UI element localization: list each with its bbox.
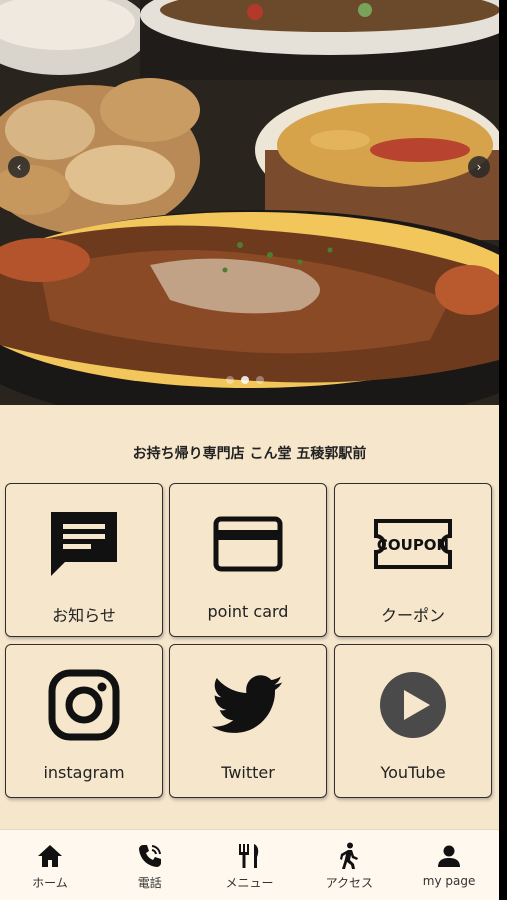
tile-news[interactable]: お知らせ	[5, 483, 163, 637]
tile-label: instagram	[43, 763, 125, 782]
youtube-icon	[335, 667, 491, 743]
carousel-dot[interactable]	[226, 376, 234, 384]
walking-icon	[299, 842, 399, 870]
tile-twitter[interactable]: Twitter	[169, 644, 327, 798]
instagram-icon	[6, 667, 162, 743]
carousel-dots	[226, 376, 264, 384]
tile-label: クーポン	[380, 606, 445, 625]
nav-label: アクセス	[325, 876, 373, 890]
nav-access[interactable]: アクセス	[299, 830, 399, 900]
nav-label: ホーム	[32, 876, 68, 890]
carousel-prev-button[interactable]: ‹	[8, 156, 30, 178]
carousel-dot-active[interactable]	[241, 376, 249, 384]
user-icon	[399, 842, 499, 870]
coupon-icon: COUPON	[335, 506, 491, 582]
feature-grid: お知らせ point card COUPON クーポン instagram Tw…	[5, 483, 495, 801]
coupon-icon-text: COUPON	[377, 536, 449, 554]
bottom-nav: ホーム 電話 メニュー アクセス my page	[0, 829, 499, 900]
news-icon	[6, 506, 162, 582]
phone-icon	[100, 842, 200, 870]
tile-label: お知らせ	[52, 606, 116, 625]
tile-coupon[interactable]: COUPON クーポン	[334, 483, 492, 637]
carousel-dot[interactable]	[256, 376, 264, 384]
home-icon	[0, 842, 100, 870]
tile-label: YouTube	[380, 763, 446, 782]
hero-carousel[interactable]: ‹ ›	[0, 0, 499, 405]
tile-label: point card	[207, 602, 289, 621]
nav-label: メニュー	[225, 876, 274, 890]
twitter-icon	[170, 667, 326, 743]
nav-label: my page	[422, 874, 476, 888]
tile-point-card[interactable]: point card	[169, 483, 327, 637]
point-card-icon	[170, 506, 326, 582]
shop-name: お持ち帰り専門店 こん堂 五稜郭駅前	[132, 446, 367, 462]
hero-food-photo	[0, 0, 499, 405]
tile-instagram[interactable]: instagram	[5, 644, 163, 798]
nav-home[interactable]: ホーム	[0, 830, 100, 900]
menu-utensils-icon	[200, 842, 300, 870]
nav-my-page[interactable]: my page	[399, 830, 499, 900]
app-screen: ‹ › お持ち帰り専門店 こん堂 五稜郭駅前 お知らせ point card C…	[0, 0, 499, 900]
nav-menu[interactable]: メニュー	[200, 830, 300, 900]
nav-phone[interactable]: 電話	[100, 830, 200, 900]
tile-youtube[interactable]: YouTube	[334, 644, 492, 798]
tile-label: Twitter	[221, 763, 275, 782]
nav-label: 電話	[137, 876, 162, 890]
carousel-next-button[interactable]: ›	[468, 156, 490, 178]
